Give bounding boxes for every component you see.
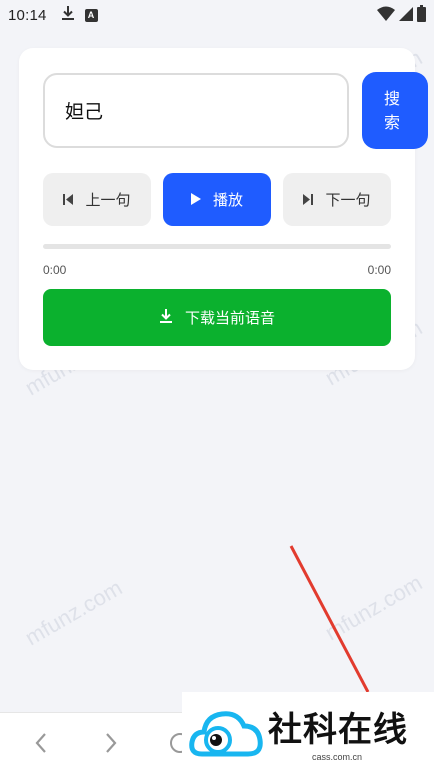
logo-subtitle: cass.com.cn (312, 752, 363, 762)
forward-arrow-icon[interactable] (98, 731, 122, 755)
annotation-arrow (289, 545, 370, 693)
app-screen: 10:14 A mfunz.com mfunz.com mfunz.com (0, 0, 434, 773)
cloud-eye-logo-icon (189, 711, 263, 757)
back-arrow-icon[interactable] (30, 731, 54, 755)
logo-title: 社科在线 (268, 710, 408, 750)
site-logo-overlay: 社科在线 cass.com.cn (182, 692, 434, 773)
